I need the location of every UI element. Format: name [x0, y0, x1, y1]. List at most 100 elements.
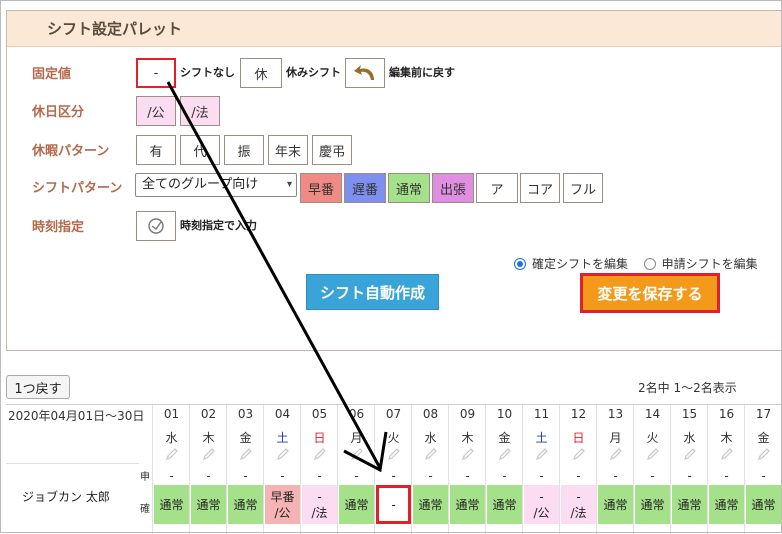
request-cell[interactable]: -: [671, 469, 708, 483]
pencil-icon[interactable]: [239, 447, 252, 461]
shift-normal-button[interactable]: 通常: [388, 173, 430, 203]
group-select[interactable]: 全てのグループ向け ▾: [135, 173, 297, 197]
confirm-mark: 確: [140, 504, 150, 515]
shift-full-button[interactable]: フル: [563, 173, 603, 203]
day-number: 09: [459, 407, 476, 421]
shift-core-button[interactable]: コア: [520, 173, 560, 203]
day-number: 10: [496, 407, 513, 421]
public-holiday-button[interactable]: /公: [136, 96, 176, 126]
weekday: 木: [461, 431, 474, 445]
request-cell[interactable]: -: [153, 469, 190, 483]
shift-cell[interactable]: 通常: [487, 485, 522, 524]
weekday: 土: [276, 431, 289, 445]
shift-late-button[interactable]: 遅番: [344, 173, 386, 203]
request-cell[interactable]: -: [264, 469, 301, 483]
shift-cell[interactable]: 通常: [339, 485, 374, 524]
pencil-icon[interactable]: [609, 447, 622, 461]
pencil-icon[interactable]: [313, 447, 326, 461]
weekday: 金: [757, 431, 770, 445]
shift-cell[interactable]: - /法: [561, 485, 596, 524]
weekday: 日: [572, 431, 585, 445]
request-mark: 申: [140, 472, 150, 483]
pencil-icon[interactable]: [424, 447, 437, 461]
shift-cell[interactable]: - /法: [302, 485, 337, 524]
undo-one-button[interactable]: 1つ戻す: [6, 375, 70, 399]
undo-button[interactable]: [345, 58, 385, 88]
weekday: 水: [165, 431, 178, 445]
shift-cell[interactable]: 通常: [154, 485, 189, 524]
shift-cell[interactable]: 通常: [191, 485, 226, 524]
pencil-icon[interactable]: [461, 447, 474, 461]
request-cell[interactable]: -: [338, 469, 375, 483]
pencil-icon[interactable]: [202, 447, 215, 461]
rest-shift-button[interactable]: 休: [240, 58, 282, 88]
save-changes-button[interactable]: 変更を保存する: [580, 273, 720, 313]
request-cell[interactable]: -: [190, 469, 227, 483]
leave-paid-button[interactable]: 有: [136, 135, 176, 165]
pencil-icon[interactable]: [276, 447, 289, 461]
shift-cell[interactable]: 通常: [746, 485, 781, 524]
edit-mode-radios: 確定シフトを編集 申請シフトを編集: [514, 255, 758, 272]
leave-yearend-button[interactable]: 年末: [268, 135, 308, 165]
legal-holiday-button[interactable]: /法: [180, 96, 220, 126]
shift-cell[interactable]: 通常: [228, 485, 263, 524]
request-cell[interactable]: -: [449, 469, 486, 483]
request-cell[interactable]: -: [634, 469, 671, 483]
request-cell[interactable]: -: [597, 469, 634, 483]
day-number: 15: [681, 407, 698, 421]
shift-cell[interactable]: -: [376, 485, 411, 524]
day-number: 01: [163, 407, 180, 421]
time-input-button[interactable]: [136, 211, 176, 241]
request-cell[interactable]: -: [523, 469, 560, 483]
no-shift-button[interactable]: -: [136, 58, 176, 88]
shift-cell[interactable]: - /公: [524, 485, 559, 524]
pencil-icon[interactable]: [535, 447, 548, 461]
shift-cell[interactable]: 通常: [598, 485, 633, 524]
request-cell[interactable]: -: [301, 469, 338, 483]
pencil-icon[interactable]: [165, 447, 178, 461]
fixed-row-label: 固定値: [32, 67, 72, 82]
day-column: 03 金 - 通常: [226, 405, 263, 534]
result-count: 2名中 1〜2名表示: [638, 381, 737, 395]
undo-label: 編集前に戻す: [389, 66, 455, 79]
day-number: 14: [644, 407, 661, 421]
request-cell[interactable]: -: [708, 469, 745, 483]
time-row-label: 時刻指定: [32, 220, 85, 235]
pencil-icon[interactable]: [572, 447, 585, 461]
day-number: 08: [422, 407, 439, 421]
shift-calendar-grid: 2020年04月01日〜30日 ジョブカン 太郎 申 確 01 水 - 通常 02 木 - 通…: [6, 404, 782, 534]
auto-create-shift-button[interactable]: シフト自動作成: [306, 274, 439, 310]
day-column: 15 水 - 通常: [670, 405, 707, 534]
leave-substitute-button[interactable]: 代: [180, 135, 220, 165]
leave-transfer-button[interactable]: 振: [224, 135, 264, 165]
pencil-icon[interactable]: [350, 447, 363, 461]
pencil-icon[interactable]: [683, 447, 696, 461]
shift-early-button[interactable]: 早番: [300, 173, 342, 203]
pencil-icon[interactable]: [498, 447, 511, 461]
shift-cell[interactable]: 通常: [709, 485, 744, 524]
shift-cell[interactable]: 早番 /公: [265, 485, 300, 524]
shift-cell[interactable]: 通常: [635, 485, 670, 524]
clock-icon: [148, 218, 164, 234]
radio-confirmed[interactable]: [514, 258, 526, 270]
pencil-icon[interactable]: [757, 447, 770, 461]
shift-a-button[interactable]: ア: [476, 173, 518, 203]
shift-cell[interactable]: 通常: [450, 485, 485, 524]
employee-row-header: ジョブカン 太郎 申 確: [6, 463, 150, 534]
pencil-icon[interactable]: [646, 447, 659, 461]
request-cell[interactable]: -: [745, 469, 782, 483]
leave-bereavement-button[interactable]: 慶弔: [312, 135, 352, 165]
request-cell[interactable]: -: [412, 469, 449, 483]
shift-cell[interactable]: 通常: [413, 485, 448, 524]
request-cell[interactable]: -: [375, 469, 412, 483]
request-cell[interactable]: -: [227, 469, 264, 483]
request-cell[interactable]: -: [486, 469, 523, 483]
pencil-icon[interactable]: [720, 447, 733, 461]
shift-trip-button[interactable]: 出張: [432, 173, 474, 203]
request-cell[interactable]: -: [560, 469, 597, 483]
day-column: 02 木 - 通常: [189, 405, 226, 534]
pencil-icon[interactable]: [387, 447, 400, 461]
shift-cell[interactable]: 通常: [672, 485, 707, 524]
radio-requested[interactable]: [643, 258, 656, 270]
weekday: 土: [535, 431, 548, 445]
